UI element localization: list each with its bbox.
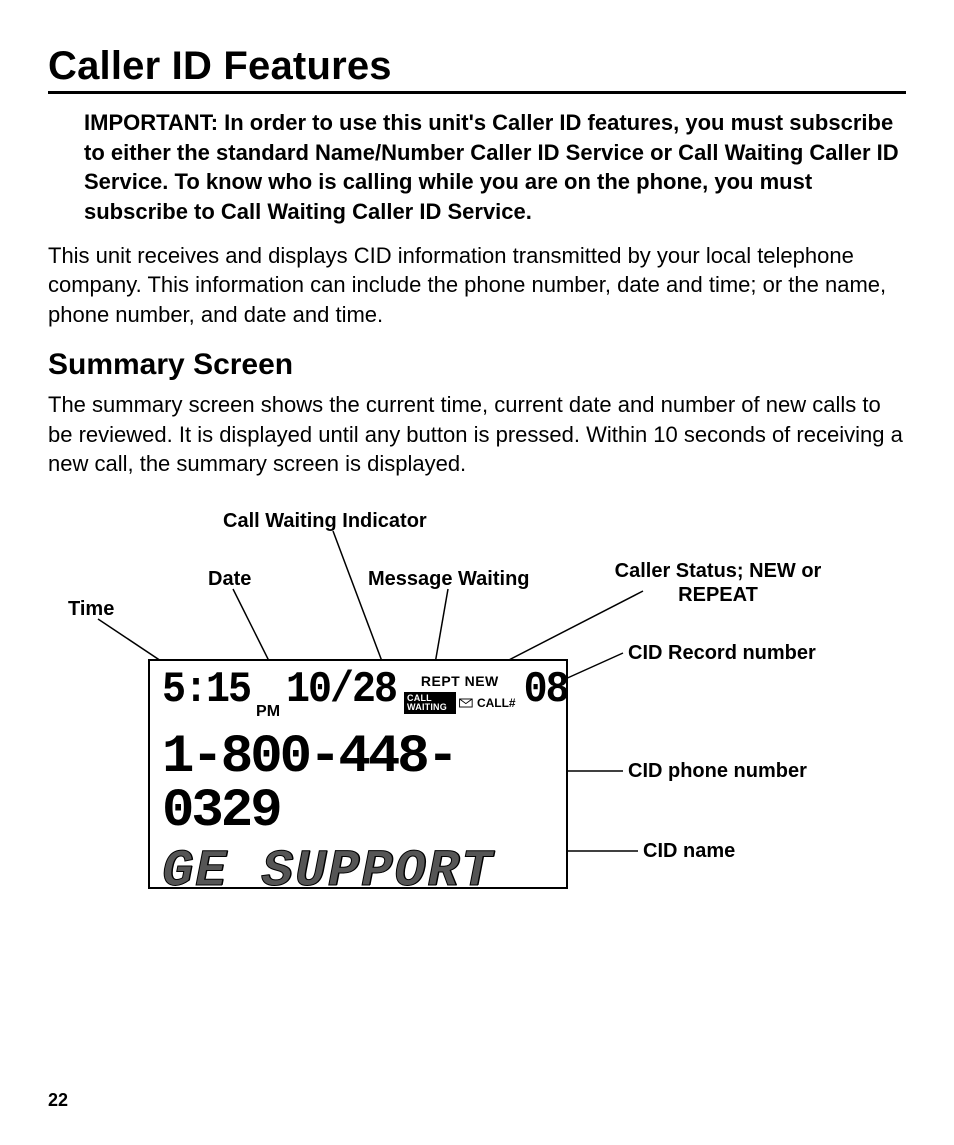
- lcd-record-number: 08: [524, 669, 568, 713]
- callout-message-waiting: Message Waiting: [368, 567, 530, 591]
- lcd-ampm: PM: [256, 703, 280, 721]
- callout-cid-record-number: CID Record number: [628, 641, 816, 665]
- page-title: Caller ID Features: [48, 44, 906, 94]
- lcd-date: 10/28: [286, 669, 396, 713]
- call-waiting-badge: CALL WAITING: [404, 692, 456, 714]
- lcd-screen: 5:15 PM 10/28 REPT NEW CALL WAITING CALL…: [148, 659, 568, 889]
- lcd-status-new: NEW: [465, 673, 499, 689]
- lcd-time: 5:15: [162, 669, 250, 713]
- callout-call-waiting-indicator: Call Waiting Indicator: [223, 509, 427, 533]
- intro-paragraph: This unit receives and displays CID info…: [48, 241, 906, 330]
- callout-cid-name: CID name: [643, 839, 735, 863]
- lcd-phone-row: 1-800-448-0329: [162, 731, 554, 839]
- envelope-icon: [459, 696, 473, 710]
- lcd-diagram: Call Waiting Indicator Date Time Message…: [48, 509, 906, 949]
- callout-time: Time: [68, 597, 114, 621]
- page-number: 22: [48, 1090, 68, 1111]
- important-notice: IMPORTANT: In order to use this unit's C…: [84, 108, 906, 227]
- lcd-phone-number: 1-800-448-0329: [162, 727, 456, 842]
- lcd-callnum-label: CALL#: [477, 696, 516, 710]
- section-subtitle: Summary Screen: [48, 348, 906, 382]
- lcd-top-row: 5:15 PM 10/28 REPT NEW CALL WAITING CALL…: [162, 671, 554, 727]
- callout-caller-status: Caller Status; NEW or REPEAT: [608, 559, 828, 607]
- lcd-caller-name: GE SUPPORT: [162, 842, 494, 901]
- callout-date: Date: [208, 567, 251, 591]
- lcd-status-column: REPT NEW CALL WAITING CALL#: [404, 673, 516, 714]
- callout-cid-phone-number: CID phone number: [628, 759, 807, 783]
- manual-page: Caller ID Features IMPORTANT: In order t…: [0, 0, 954, 1145]
- summary-paragraph: The summary screen shows the current tim…: [48, 390, 906, 479]
- lcd-status-rept: REPT: [421, 673, 460, 689]
- lcd-name-row: GE SUPPORT: [162, 849, 554, 896]
